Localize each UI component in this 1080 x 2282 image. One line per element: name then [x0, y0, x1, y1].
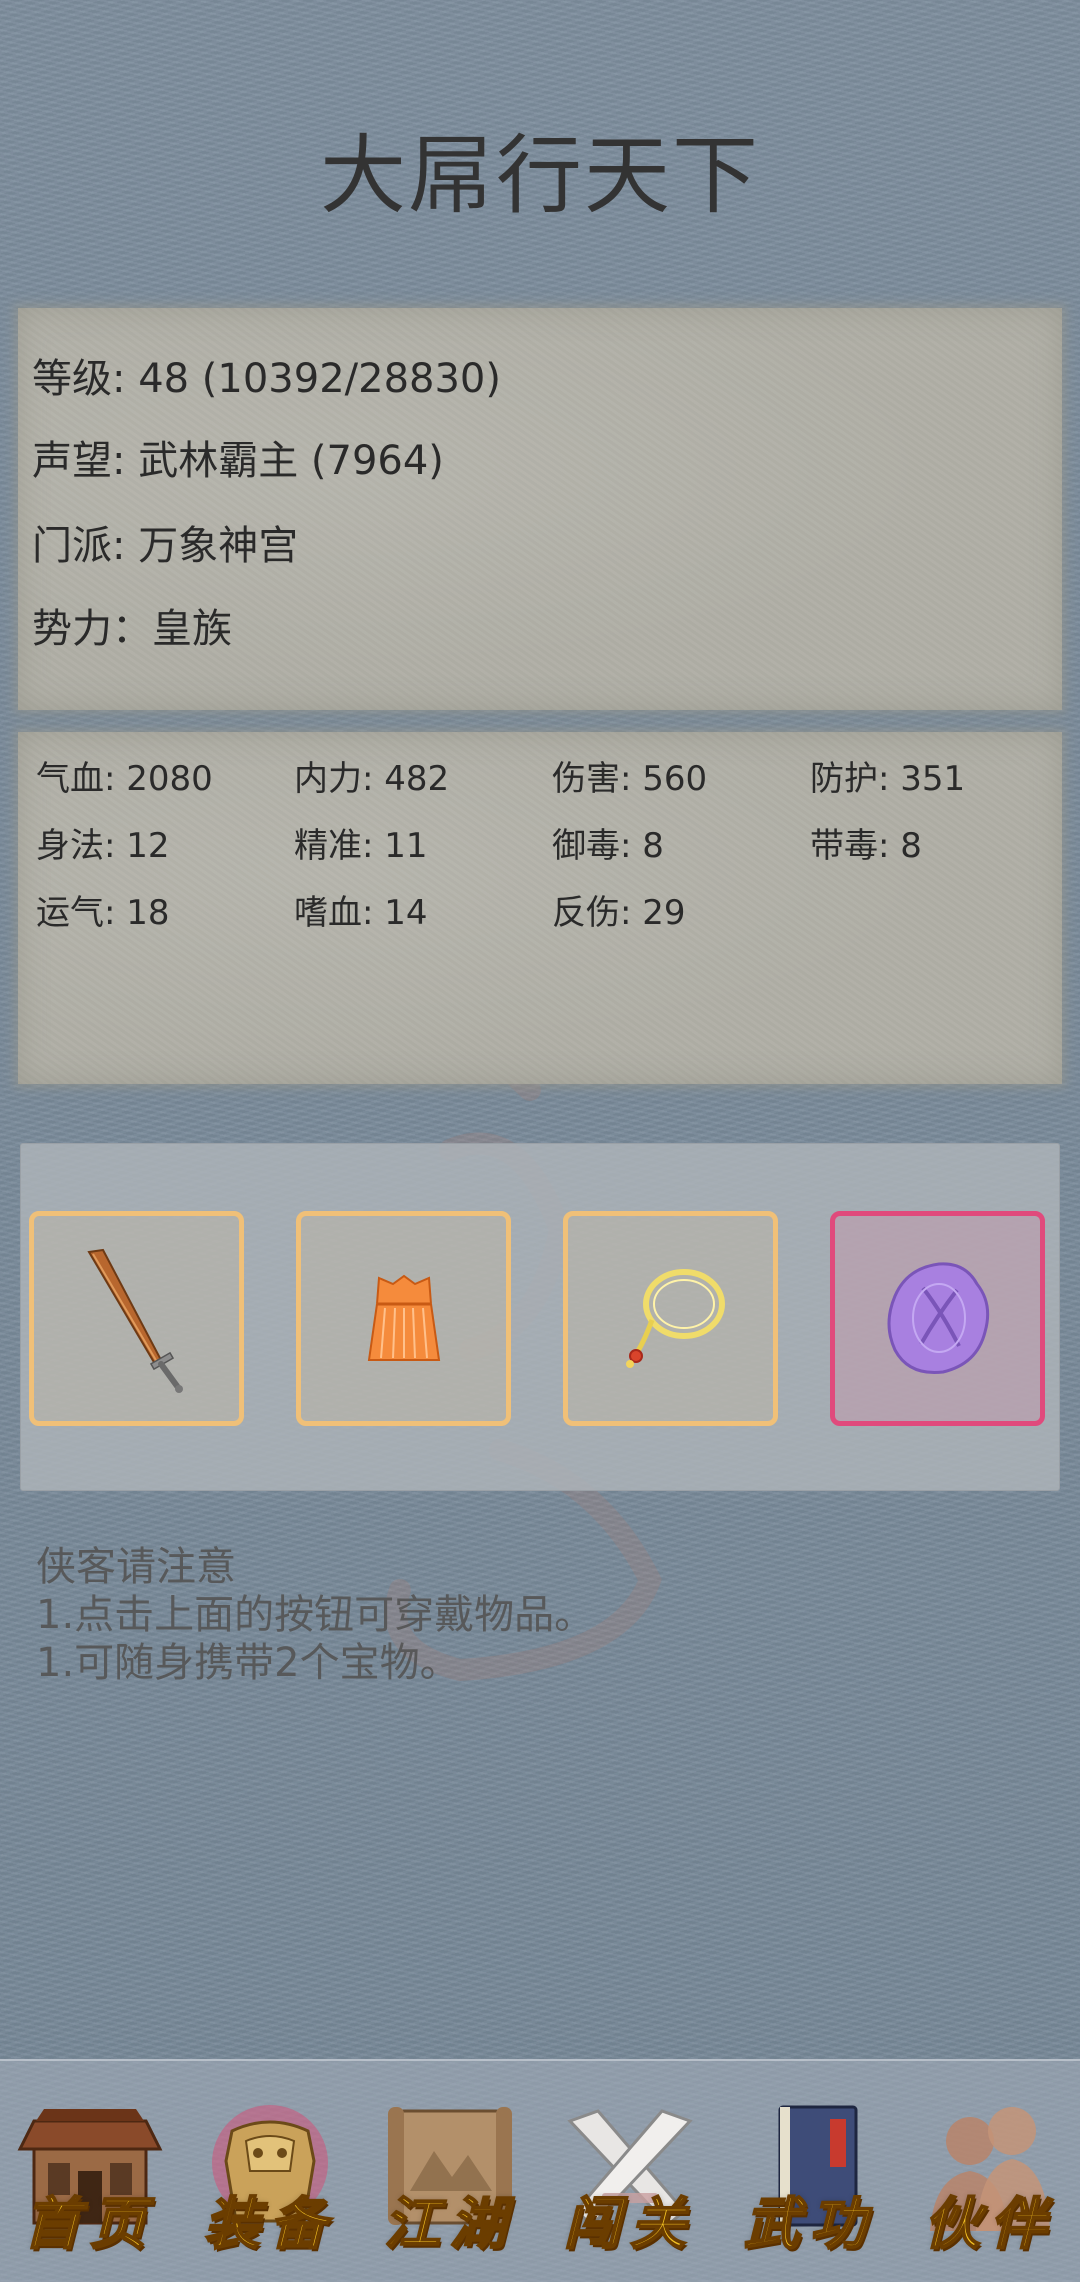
- stat-poison: 带毒: 8: [810, 826, 922, 866]
- stats-panel: 气血: 2080 内力: 482 伤害: 560 防护: 351 身法: 12 …: [18, 732, 1062, 1084]
- nav-label-martial-arts: 武功: [743, 2190, 876, 2258]
- sect-text: 门派: 万象神宫: [32, 523, 299, 569]
- stat-lifesteal: 嗜血: 14: [294, 893, 428, 933]
- stat-defense: 防护: 351: [810, 759, 966, 799]
- stat-hp: 气血: 2080: [36, 759, 213, 799]
- purple-seal-treasure-icon: [887, 1261, 989, 1374]
- notice-line-2: 1.可随身携带2个宝物。: [36, 1640, 460, 1686]
- profile-panel: 等级: 48 (10392/28830) 声望: 武林霸主 (7964) 门派:…: [18, 308, 1062, 710]
- notice-line-1: 1.点击上面的按钮可穿戴物品。: [36, 1592, 595, 1638]
- nav-item-martial-arts[interactable]: 武功: [720, 2061, 900, 2282]
- stats-grid: 气血: 2080 内力: 482 伤害: 560 防护: 351 身法: 12 …: [36, 742, 1066, 943]
- nav-item-challenge[interactable]: 闯关: [540, 2061, 720, 2282]
- notice-section: 侠客请注意 1.点击上面的按钮可穿戴物品。 1.可随身携带2个宝物。: [36, 1543, 594, 1687]
- robe-armor-icon: [367, 1274, 440, 1361]
- stat-reflect: 反伤: 29: [552, 893, 686, 933]
- stat-inner-power: 内力: 482: [294, 759, 450, 799]
- nav-label-jianghu: 江湖: [383, 2190, 516, 2258]
- stat-agility: 身法: 12: [36, 826, 170, 866]
- nav-item-jianghu[interactable]: 江湖: [360, 2061, 540, 2282]
- stat-accuracy: 精准: 11: [294, 826, 428, 866]
- sword-icon: [86, 1248, 183, 1393]
- equip-slot-treasure[interactable]: [830, 1211, 1045, 1426]
- stat-damage: 伤害: 560: [552, 759, 708, 799]
- reputation-text: 声望: 武林霸主 (7964): [32, 438, 444, 484]
- nav-item-equipment[interactable]: 装备: [180, 2061, 360, 2282]
- nav-label-home: 首页: [23, 2190, 156, 2258]
- notice-heading: 侠客请注意: [36, 1544, 236, 1590]
- app-title: 大屌行天下: [320, 126, 760, 226]
- equip-slot-weapon[interactable]: [29, 1211, 244, 1426]
- stat-luck: 运气: 18: [36, 893, 170, 933]
- nav-label-companions: 伙伴: [923, 2190, 1056, 2258]
- bottom-nav: 首页 装备 江湖 闯关 武功 伙伴: [0, 2059, 1080, 2282]
- equip-slot-necklace[interactable]: [563, 1211, 778, 1426]
- nav-item-companions[interactable]: 伙伴: [900, 2061, 1080, 2282]
- necklace-icon: [625, 1268, 725, 1368]
- nav-label-challenge: 闯关: [563, 2190, 696, 2258]
- level-text: 等级: 48 (10392/28830): [32, 356, 501, 402]
- nav-label-equipment: 装备: [203, 2190, 336, 2258]
- nav-item-home[interactable]: 首页: [0, 2061, 180, 2282]
- faction-text: 势力：皇族: [32, 606, 232, 652]
- equip-slot-armor[interactable]: [296, 1211, 511, 1426]
- equipment-panel: [20, 1143, 1060, 1491]
- stat-poison-resist: 御毒: 8: [552, 826, 664, 866]
